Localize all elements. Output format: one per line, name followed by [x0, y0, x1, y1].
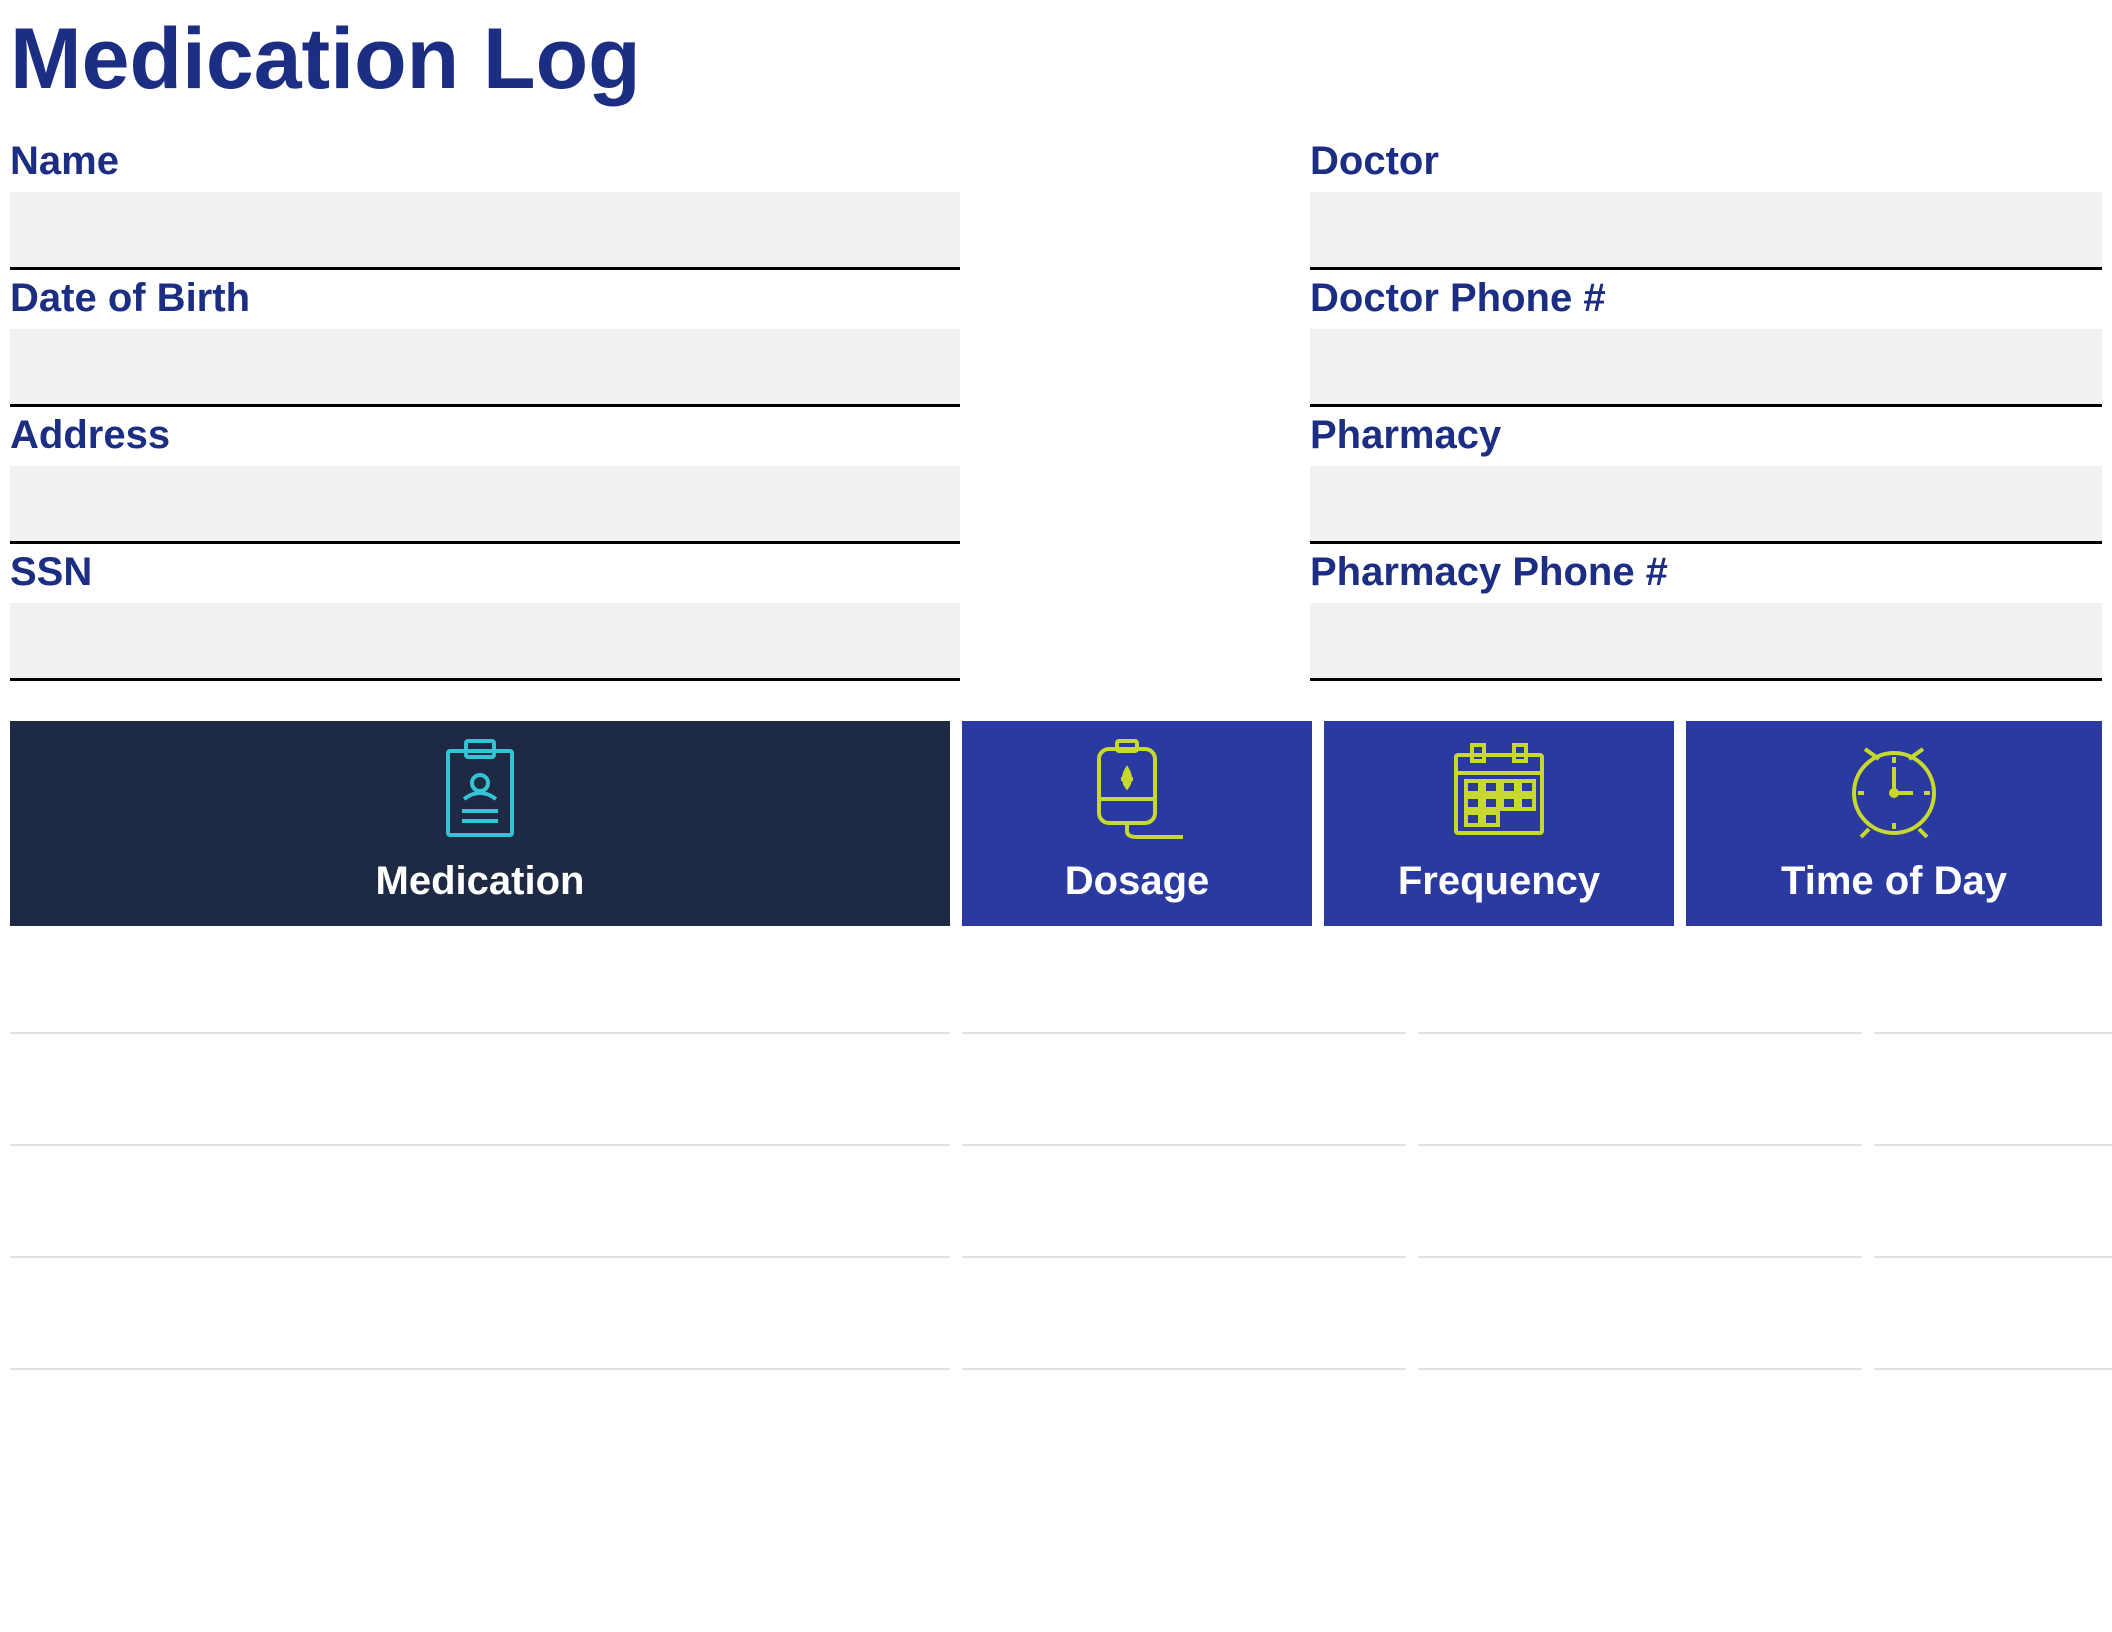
label-doctor-phone: Doctor Phone # — [1310, 276, 2102, 323]
th-time-label: Time of Day — [1781, 859, 2007, 904]
th-frequency-label: Frequency — [1398, 859, 1600, 904]
th-medication: Medication — [10, 721, 950, 926]
iv-bag-icon — [1077, 739, 1197, 841]
cell-dosage[interactable] — [962, 1270, 1406, 1370]
label-address: Address — [10, 413, 960, 460]
patient-info-grid: Name Date of Birth Address SSN Doctor Do… — [10, 139, 2102, 681]
cell-medication[interactable] — [10, 1158, 950, 1258]
cell-frequency[interactable] — [1418, 934, 1862, 1034]
cell-frequency[interactable] — [1418, 1158, 1862, 1258]
input-name[interactable] — [10, 192, 960, 270]
cell-time[interactable] — [1874, 1046, 2112, 1146]
label-name: Name — [10, 139, 960, 186]
th-time-of-day: Time of Day — [1686, 721, 2102, 926]
th-dosage: Dosage — [962, 721, 1312, 926]
cell-medication[interactable] — [10, 1270, 950, 1370]
clock-icon — [1839, 739, 1949, 841]
th-dosage-label: Dosage — [1065, 859, 1210, 904]
cell-medication[interactable] — [10, 1046, 950, 1146]
cell-dosage[interactable] — [962, 1046, 1406, 1146]
calendar-icon — [1444, 739, 1554, 841]
table-row — [10, 1046, 2102, 1146]
cell-time[interactable] — [1874, 934, 2112, 1034]
page-title: Medication Log — [10, 0, 2102, 139]
medication-table-body — [10, 934, 2102, 1370]
table-row — [10, 934, 2102, 1034]
input-dob[interactable] — [10, 329, 960, 407]
provider-info-right: Doctor Doctor Phone # Pharmacy Pharmacy … — [1310, 139, 2102, 681]
table-row — [10, 1270, 2102, 1370]
label-dob: Date of Birth — [10, 276, 960, 323]
input-ssn[interactable] — [10, 603, 960, 681]
cell-time[interactable] — [1874, 1158, 2112, 1258]
cell-time[interactable] — [1874, 1270, 2112, 1370]
input-address[interactable] — [10, 466, 960, 544]
input-pharmacy-phone[interactable] — [1310, 603, 2102, 681]
label-pharmacy: Pharmacy — [1310, 413, 2102, 460]
cell-frequency[interactable] — [1418, 1046, 1862, 1146]
input-doctor[interactable] — [1310, 192, 2102, 270]
cell-dosage[interactable] — [962, 934, 1406, 1034]
label-pharmacy-phone: Pharmacy Phone # — [1310, 550, 2102, 597]
table-row — [10, 1158, 2102, 1258]
th-medication-label: Medication — [376, 859, 585, 904]
th-frequency: Frequency — [1324, 721, 1674, 926]
clipboard-icon — [432, 739, 528, 841]
label-doctor: Doctor — [1310, 139, 2102, 186]
medication-table-header: Medication Dosage — [10, 721, 2102, 926]
patient-info-left: Name Date of Birth Address SSN — [10, 139, 960, 681]
cell-dosage[interactable] — [962, 1158, 1406, 1258]
label-ssn: SSN — [10, 550, 960, 597]
cell-medication[interactable] — [10, 934, 950, 1034]
input-doctor-phone[interactable] — [1310, 329, 2102, 407]
cell-frequency[interactable] — [1418, 1270, 1862, 1370]
input-pharmacy[interactable] — [1310, 466, 2102, 544]
